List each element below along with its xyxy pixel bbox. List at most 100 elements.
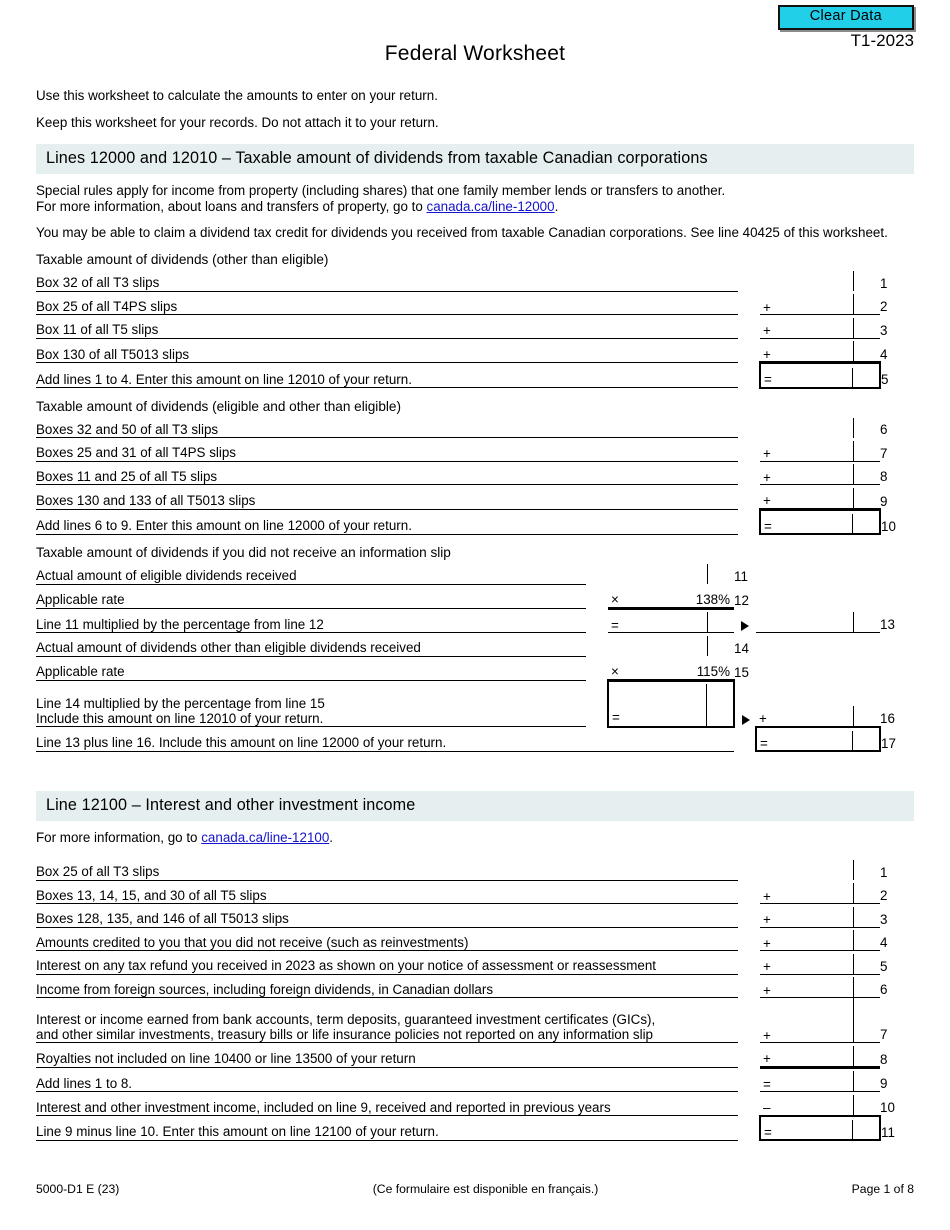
line-number: 10 xyxy=(880,1100,895,1116)
line-number: 6 xyxy=(880,422,888,438)
amount-field-total[interactable]: = xyxy=(759,1114,881,1142)
amount-field[interactable]: + xyxy=(760,291,880,316)
table-row: Add lines 1 to 8. = 9 xyxy=(36,1067,914,1093)
row-label: Box 25 of all T3 slips xyxy=(36,857,738,881)
table-row: Box 11 of all T5 slips + 3 xyxy=(36,314,914,339)
cents-divider xyxy=(707,612,708,633)
row-label: Boxes 25 and 31 of all T4PS slips xyxy=(36,437,738,462)
amount-field[interactable] xyxy=(760,268,880,292)
group3-heading: Taxable amount of dividends if you did n… xyxy=(36,545,451,561)
operator: + xyxy=(763,1051,771,1067)
amount-field[interactable]: + xyxy=(760,314,880,339)
table-row: Boxes 11 and 25 of all T5 slips + 8 xyxy=(36,461,914,486)
intro-block: Use this worksheet to calculate the amou… xyxy=(36,66,914,130)
row-label: Interest on any tax refund you received … xyxy=(36,950,738,975)
amount-field[interactable]: + xyxy=(760,437,880,462)
amount-field-carry[interactable]: + xyxy=(756,680,880,728)
row-label: Add lines 6 to 9. Enter this amount on l… xyxy=(36,509,738,535)
row-label: Amounts credited to you that you did not… xyxy=(36,927,738,952)
line-number: 6 xyxy=(880,982,888,998)
clear-data-container: Clear Data xyxy=(777,5,914,30)
table-row: Box 32 of all T3 slips 1 xyxy=(36,268,914,292)
operator: + xyxy=(763,935,771,951)
table-row: Amounts credited to you that you did not… xyxy=(36,927,914,952)
amount-field[interactable]: + xyxy=(760,880,880,905)
amount-field-carry[interactable] xyxy=(756,608,880,634)
section1-note-2: You may be able to claim a dividend tax … xyxy=(36,225,888,241)
amount-field[interactable]: + xyxy=(760,950,880,975)
spacer-cell xyxy=(738,509,760,534)
spacer-cell xyxy=(738,857,760,880)
spacer-cell xyxy=(738,363,760,388)
amount-field-total[interactable]: = xyxy=(759,361,881,389)
clear-data-button[interactable]: Clear Data xyxy=(777,5,914,30)
amount-field-total[interactable]: = xyxy=(607,679,735,728)
operator: = xyxy=(764,1124,772,1140)
line-number: 3 xyxy=(880,911,888,927)
spacer-cell xyxy=(738,951,760,975)
amount-field[interactable]: = xyxy=(760,1067,880,1093)
group2-heading: Taxable amount of dividends (eligible an… xyxy=(36,398,401,414)
line-number: 10 xyxy=(881,518,896,534)
amount-field[interactable]: + xyxy=(760,974,880,999)
amount-field[interactable]: + xyxy=(760,338,880,365)
group1-heading: Taxable amount of dividends (other than … xyxy=(36,252,329,268)
operator: + xyxy=(763,346,771,362)
amount-field[interactable]: + xyxy=(760,903,880,928)
operator: – xyxy=(763,1100,771,1116)
page-footer: 5000-D1 E (23) (Ce formulaire est dispon… xyxy=(36,1182,914,1196)
amount-field[interactable]: + xyxy=(760,1042,880,1069)
cents-divider xyxy=(853,883,854,904)
row-label: Applicable rate xyxy=(36,656,586,681)
line-number: 2 xyxy=(880,888,888,904)
cents-divider xyxy=(707,636,708,657)
line-number: 14 xyxy=(734,640,749,656)
section1-note-1: Special rules apply for income from prop… xyxy=(36,183,914,215)
row-label-line-a: Line 14 multiplied by the percentage fro… xyxy=(36,695,325,711)
spacer-cell xyxy=(738,485,760,510)
line-number: 12 xyxy=(734,592,749,608)
row-label: Boxes 11 and 25 of all T5 slips xyxy=(36,461,738,486)
cents-divider xyxy=(853,860,854,881)
amount-field[interactable]: – xyxy=(760,1091,880,1117)
amount-field[interactable]: + xyxy=(760,484,880,511)
amount-field[interactable]: + xyxy=(760,980,880,1044)
amount-field[interactable] xyxy=(760,415,880,438)
cents-divider xyxy=(707,564,708,585)
cents-divider xyxy=(853,980,854,1043)
amount-field[interactable] xyxy=(760,857,880,881)
link-line-12100[interactable]: canada.ca/line-12100 xyxy=(201,830,329,845)
amount-field-total[interactable]: = xyxy=(755,725,881,753)
intro-line-2: Keep this worksheet for your records. Do… xyxy=(36,115,439,131)
line-number: 4 xyxy=(880,935,888,951)
operator: + xyxy=(763,982,771,998)
operator: + xyxy=(763,493,771,509)
cents-divider xyxy=(853,487,854,508)
amount-field[interactable] xyxy=(608,633,734,657)
row-label: Box 32 of all T3 slips xyxy=(36,268,738,292)
spacer-cell xyxy=(738,268,760,291)
spacer-cell xyxy=(586,656,608,680)
amount-field[interactable]: + xyxy=(760,461,880,486)
table-row: Box 25 of all T3 slips 1 xyxy=(36,857,914,881)
amount-field[interactable]: + xyxy=(760,927,880,952)
cents-divider xyxy=(853,906,854,927)
amount-field-total[interactable]: = xyxy=(759,508,881,536)
line-number: 8 xyxy=(880,469,888,485)
spacer-cell xyxy=(738,1043,760,1068)
cents-divider xyxy=(853,341,854,362)
amount-field[interactable]: = xyxy=(608,608,734,634)
row-label-line-a: Interest or income earned from bank acco… xyxy=(36,1011,656,1027)
rate-value: 115% xyxy=(696,664,730,680)
line-number: 13 xyxy=(880,617,895,633)
line-number: 1 xyxy=(880,275,888,291)
table-row: Line 11 multiplied by the percentage fro… xyxy=(36,608,914,634)
link-line-12000[interactable]: canada.ca/line-12000 xyxy=(427,199,555,214)
table-row: Boxes 130 and 133 of all T5013 slips + 9 xyxy=(36,484,914,511)
spacer-cell xyxy=(738,1116,760,1141)
carry-arrow-icon xyxy=(734,680,756,727)
operator: = xyxy=(764,372,772,388)
table-row: Box 130 of all T5013 slips + 4 xyxy=(36,338,914,365)
amount-field[interactable] xyxy=(608,561,734,585)
spacer-cell xyxy=(738,461,760,485)
